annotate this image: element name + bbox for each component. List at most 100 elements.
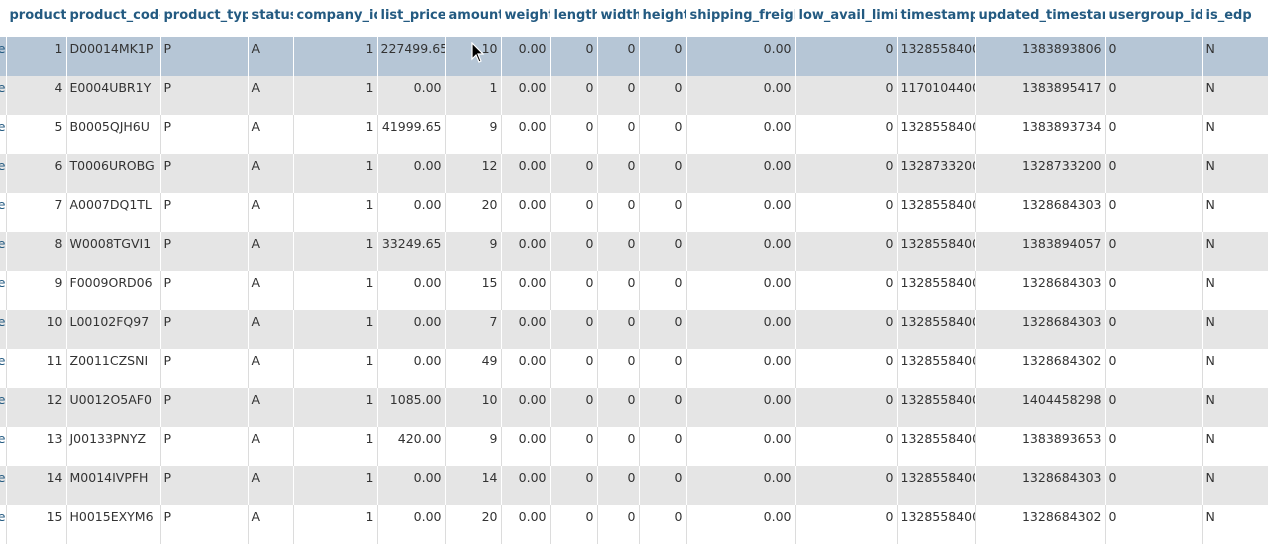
cell-low-avail-limit[interactable]: 0 — [795, 388, 898, 427]
cell-shipping-freight[interactable]: 0.00 — [686, 76, 796, 115]
cell-list-price[interactable]: 0.00 — [377, 505, 446, 544]
cell-is-edp[interactable]: N — [1202, 193, 1268, 232]
cell-status[interactable]: A — [248, 271, 294, 310]
cell-weight[interactable]: 0.00 — [501, 76, 551, 115]
cell-company-id[interactable]: 1 — [293, 115, 378, 154]
cell-usergroup-ids[interactable]: 0 — [1105, 310, 1203, 349]
cell-weight[interactable]: 0.00 — [501, 271, 551, 310]
cell-weight[interactable]: 0.00 — [501, 466, 551, 505]
cell-updated-timestamp[interactable]: 1328733200 — [975, 154, 1106, 193]
cell-list-price[interactable]: 227499.65 — [377, 37, 446, 76]
cell-shipping-freight[interactable]: 0.00 — [686, 427, 796, 466]
cell-product-type[interactable]: P — [160, 37, 249, 76]
cell-amount[interactable]: 9 — [445, 427, 502, 466]
column-header-company-id[interactable]: company_id — [293, 0, 378, 37]
cell-height[interactable]: 0 — [639, 37, 687, 76]
cell-product-id[interactable]: 8 — [6, 232, 67, 271]
cell-length[interactable]: 0 — [550, 427, 598, 466]
cell-width[interactable]: 0 — [597, 193, 640, 232]
cell-list-price[interactable]: 0.00 — [377, 310, 446, 349]
cell-length[interactable]: 0 — [550, 37, 598, 76]
table-row[interactable]: e 15 H0015EXYM6 P A 1 0.00 20 0.00 0 0 0 0.00 0 132855… — [0, 505, 1268, 544]
cell-updated-timestamp[interactable]: 1328684302 — [975, 349, 1106, 388]
cell-width[interactable]: 0 — [597, 37, 640, 76]
cell-company-id[interactable]: 1 — [293, 388, 378, 427]
table-row[interactable]: e 12 U0012O5AF0 P A 1 1085.00 10 0.00 0 0 0 0.00 0 132… — [0, 388, 1268, 427]
cell-usergroup-ids[interactable]: 0 — [1105, 154, 1203, 193]
cell-product-code[interactable]: D00014MK1P — [66, 37, 161, 76]
cell-width[interactable]: 0 — [597, 427, 640, 466]
cell-product-code[interactable]: T0006UROBG — [66, 154, 161, 193]
cell-updated-timestamp[interactable]: 1383895417 — [975, 76, 1106, 115]
cell-length[interactable]: 0 — [550, 271, 598, 310]
cell-shipping-freight[interactable]: 0.00 — [686, 271, 796, 310]
cell-width[interactable]: 0 — [597, 310, 640, 349]
column-header-weight[interactable]: weight — [501, 0, 551, 37]
table-row[interactable]: e 5 B0005QJH6U P A 1 41999.65 9 0.00 0 0 0 0.00 0 1328… — [0, 115, 1268, 154]
cell-width[interactable]: 0 — [597, 115, 640, 154]
cell-is-edp[interactable]: N — [1202, 310, 1268, 349]
cell-product-id[interactable]: 12 — [6, 388, 67, 427]
cell-product-id[interactable]: 4 — [6, 76, 67, 115]
cell-is-edp[interactable]: N — [1202, 505, 1268, 544]
cell-product-type[interactable]: P — [160, 427, 249, 466]
column-header-height[interactable]: height — [639, 0, 687, 37]
cell-shipping-freight[interactable]: 0.00 — [686, 232, 796, 271]
cell-usergroup-ids[interactable]: 0 — [1105, 505, 1203, 544]
cell-low-avail-limit[interactable]: 0 — [795, 271, 898, 310]
cell-length[interactable]: 0 — [550, 193, 598, 232]
cell-is-edp[interactable]: N — [1202, 388, 1268, 427]
cell-length[interactable]: 0 — [550, 388, 598, 427]
cell-is-edp[interactable]: N — [1202, 154, 1268, 193]
cell-updated-timestamp[interactable]: 1328684303 — [975, 193, 1106, 232]
cell-low-avail-limit[interactable]: 0 — [795, 466, 898, 505]
cell-usergroup-ids[interactable]: 0 — [1105, 37, 1203, 76]
cell-product-id[interactable]: 14 — [6, 466, 67, 505]
cell-product-id[interactable]: 1 — [6, 37, 67, 76]
cell-product-id[interactable]: 15 — [6, 505, 67, 544]
cell-product-type[interactable]: P — [160, 466, 249, 505]
column-header-shipping-freight[interactable]: shipping_freight — [686, 0, 796, 37]
cell-product-id[interactable]: 11 — [6, 349, 67, 388]
cell-product-type[interactable]: P — [160, 232, 249, 271]
cell-length[interactable]: 0 — [550, 76, 598, 115]
cell-usergroup-ids[interactable]: 0 — [1105, 232, 1203, 271]
cell-status[interactable]: A — [248, 37, 294, 76]
cell-is-edp[interactable]: N — [1202, 271, 1268, 310]
cell-status[interactable]: A — [248, 505, 294, 544]
cell-low-avail-limit[interactable]: 0 — [795, 232, 898, 271]
cell-shipping-freight[interactable]: 0.00 — [686, 388, 796, 427]
column-header-product-type[interactable]: product_type — [160, 0, 249, 37]
cell-low-avail-limit[interactable]: 0 — [795, 505, 898, 544]
cell-list-price[interactable]: 41999.65 — [377, 115, 446, 154]
column-header-width[interactable]: width — [597, 0, 640, 37]
cell-amount[interactable]: 9 — [445, 232, 502, 271]
cell-length[interactable]: 0 — [550, 505, 598, 544]
cell-height[interactable]: 0 — [639, 466, 687, 505]
cell-width[interactable]: 0 — [597, 76, 640, 115]
cell-timestamp[interactable]: 1328558400 — [897, 388, 976, 427]
cell-weight[interactable]: 0.00 — [501, 154, 551, 193]
table-row[interactable]: e 11 Z0011CZSNI P A 1 0.00 49 0.00 0 0 0 0.00 0 132855… — [0, 349, 1268, 388]
cell-timestamp[interactable]: 1328558400 — [897, 271, 976, 310]
cell-list-price[interactable]: 1085.00 — [377, 388, 446, 427]
cell-product-code[interactable]: W0008TGVI1 — [66, 232, 161, 271]
cell-product-id[interactable]: 13 — [6, 427, 67, 466]
cell-status[interactable]: A — [248, 76, 294, 115]
cell-amount[interactable]: 14 — [445, 466, 502, 505]
cell-shipping-freight[interactable]: 0.00 — [686, 193, 796, 232]
cell-amount[interactable]: 20 — [445, 505, 502, 544]
cell-list-price[interactable]: 0.00 — [377, 193, 446, 232]
cell-timestamp[interactable]: 1328558400 — [897, 427, 976, 466]
cell-updated-timestamp[interactable]: 1328684302 — [975, 505, 1106, 544]
column-header-timestamp[interactable]: timestamp — [897, 0, 976, 37]
cell-usergroup-ids[interactable]: 0 — [1105, 388, 1203, 427]
cell-timestamp[interactable]: 1328558400 — [897, 505, 976, 544]
cell-height[interactable]: 0 — [639, 427, 687, 466]
cell-weight[interactable]: 0.00 — [501, 388, 551, 427]
column-header-length[interactable]: length — [550, 0, 598, 37]
table-row[interactable]: e 4 E0004UBR1Y P A 1 0.00 1 0.00 0 0 0 0.00 0 11701044… — [0, 76, 1268, 115]
table-row[interactable]: e 6 T0006UROBG P A 1 0.00 12 0.00 0 0 0 0.00 0 1328733… — [0, 154, 1268, 193]
cell-shipping-freight[interactable]: 0.00 — [686, 154, 796, 193]
cell-amount[interactable]: 49 — [445, 349, 502, 388]
